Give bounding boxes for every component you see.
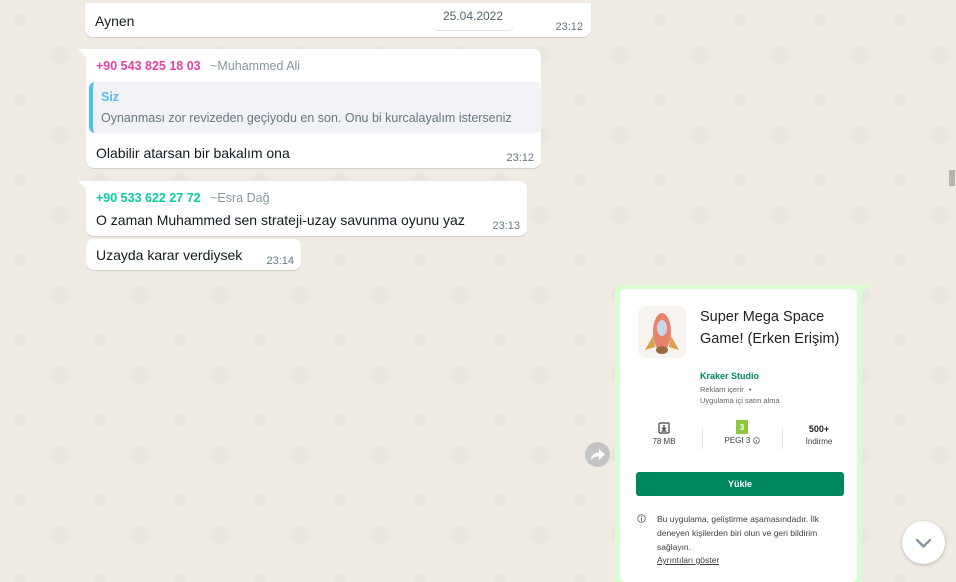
rocket-icon [645,313,679,354]
message-sender[interactable]: +90 533 622 27 72 ~Esra Dağ [96,191,270,205]
message-text: Olabilir atarsan bir bakalım ona [96,145,290,161]
app-downloads: 500+ [808,424,830,434]
app-iap-info: Uygulama içi satın alma [700,396,780,405]
scroll-to-bottom-button[interactable] [902,521,945,564]
stat-downloads: 500+ İndirme [797,424,841,446]
forward-button[interactable] [585,442,610,467]
message-bubble[interactable]: Uzayda karar verdiysek 23:14 [86,239,301,270]
pegi-icon: 3 [736,420,748,434]
message-text: Aynen [95,13,135,29]
message-bubble[interactable]: +90 533 622 27 72 ~Esra Dağ O zaman Muha… [86,181,527,236]
forward-icon [590,449,605,461]
ads-label: Reklam içerir [700,385,744,394]
stat-size: 78 MB [644,422,684,446]
stat-divider [702,429,703,449]
chevron-down-icon [915,538,932,548]
sender-alias: ~Muhammed Ali [210,59,301,73]
app-rating: PEGI 3 [724,436,751,445]
date-chip: 25.04.2022 [432,4,514,30]
message-text: Uzayda karar verdiysek [96,247,243,263]
sender-phone: +90 533 622 27 72 [96,191,201,205]
message-bubble[interactable]: Aynen 23:12 [85,3,591,37]
sender-alias: ~Esra Dağ [210,191,270,205]
early-access-notice: Bu uygulama, geliştirme aşamasındadır. İ… [657,514,820,552]
bubble-tail [862,285,870,293]
message-time: 23:13 [492,220,520,232]
scrollbar-thumb[interactable] [949,170,955,186]
stat-divider [782,429,783,449]
info-icon [637,514,646,523]
app-title[interactable]: Super Mega Space Game! (Erken Erişim) [700,306,850,350]
app-preview-card[interactable]: Super Mega Space Game! (Erken Erişim) Kr… [620,289,857,582]
outgoing-message-bubble[interactable]: Super Mega Space Game! (Erken Erişim) Kr… [615,285,862,582]
downloads-label: İndirme [805,437,833,446]
svg-text:3: 3 [740,423,745,432]
message-bubble[interactable]: +90 543 825 18 03 ~Muhammed Ali Siz Oyna… [86,49,542,168]
separator-dot: • [748,385,752,394]
app-icon[interactable] [638,306,686,358]
bubble-tail [78,49,86,57]
sender-phone: +90 543 825 18 03 [96,59,201,73]
message-time: 23:14 [266,255,294,267]
app-developer[interactable]: Kraker Studio [700,371,759,381]
message-time: 23:12 [555,21,583,33]
message-sender[interactable]: +90 543 825 18 03 ~Muhammed Ali [96,59,300,73]
app-ads-info: Reklam içerir • [700,385,752,394]
message-text: O zaman Muhammed sen strateji-uzay savun… [96,212,465,228]
app-size: 78 MB [652,437,676,446]
bubble-tail [78,181,86,189]
download-icon [658,422,670,434]
date-chip-label: 25.04.2022 [442,9,504,23]
info-icon [752,437,760,445]
install-button[interactable]: Yükle [636,472,844,496]
message-time: 23:12 [506,152,534,164]
quote-author: Siz [101,90,120,104]
details-link[interactable]: Ayrıntıları göster [657,555,719,565]
quoted-message[interactable]: Siz Oynanması zor revizeden geçiyodu en … [89,82,542,133]
stat-rating: 3 PEGI 3 [717,420,767,445]
quote-text: Oynanması zor revizeden geçiyodu en son.… [101,111,512,125]
